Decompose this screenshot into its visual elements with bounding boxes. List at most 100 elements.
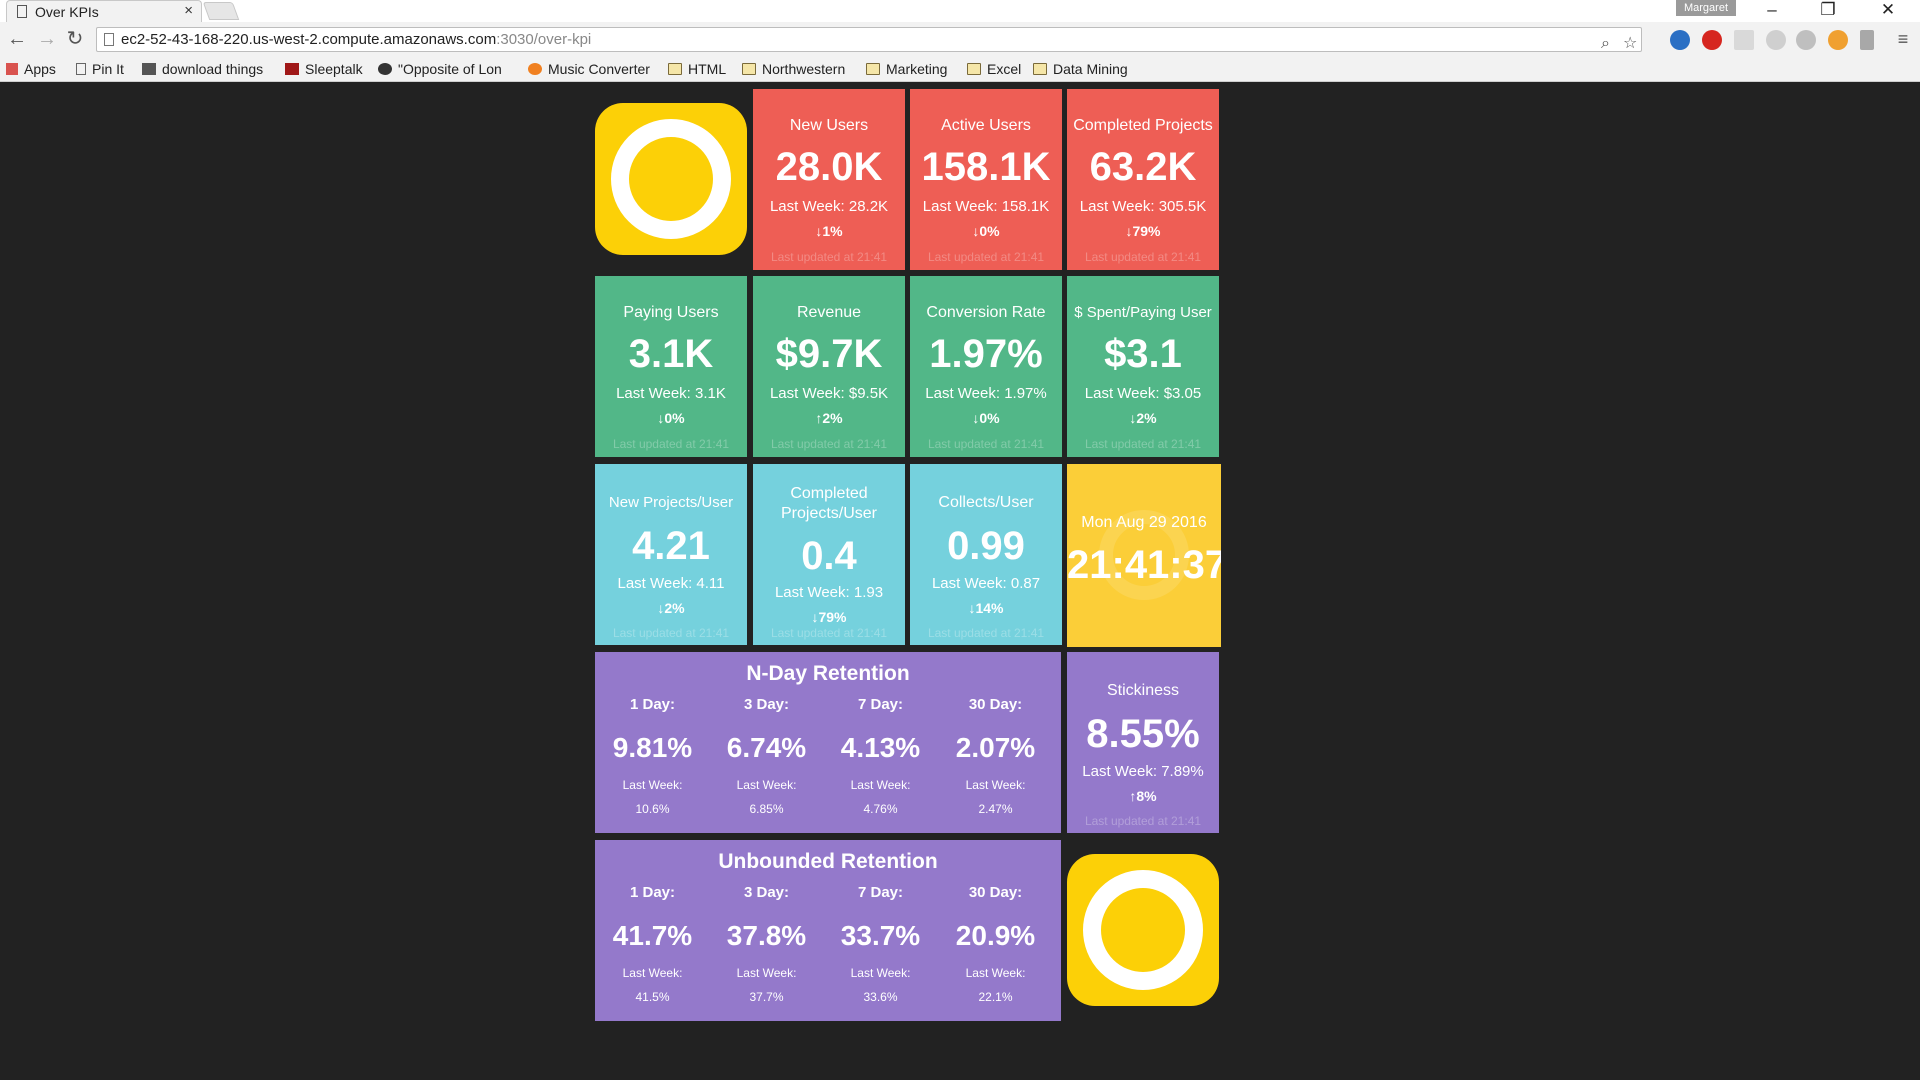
retention-day: 7 Day: [857,884,904,901]
retention-column: 1 Day: 9.81% Last Week: 10.6% [595,696,710,816]
music-icon [528,63,542,75]
kpi-change: ↑2% [815,410,843,426]
kpi-title: Collects/User [938,494,1034,511]
url-path: :3030/over-kpi [496,31,592,48]
kpi-change: ↓14% [968,600,1004,616]
bookmark-folder-data-mining[interactable]: Data Mining [1033,59,1128,79]
retention-column: 3 Day: 6.74% Last Week: 6.85% [709,696,824,816]
retention-value: 33.7% [840,920,921,951]
kpi-value: 4.21 [632,524,710,568]
bookmark-opposite[interactable]: "Opposite of Lon [378,59,516,79]
clock-date: Mon Aug 29 2016 [1081,514,1207,531]
bookmark-apps[interactable]: Apps [6,59,56,79]
forward-icon[interactable]: → [36,28,58,50]
brand-logo-icon [595,103,747,255]
kpi-value: 0.99 [947,524,1025,568]
unbounded-retention-tile: Unbounded Retention 1 Day: 41.7% Last We… [595,840,1061,1021]
kpi-change: ↓2% [1129,410,1157,426]
retention-value: 9.81% [612,732,693,763]
bookmark-sleeptalk[interactable]: Sleeptalk [285,59,363,79]
kpi-updated: Last updated at 21:41 [1084,437,1202,451]
extension-bar-icon[interactable] [1860,30,1874,50]
page-icon [17,5,27,18]
retention-last-week-value: 4.76% [863,802,898,816]
back-icon[interactable]: ← [6,28,28,50]
retention-value: 37.8% [726,920,807,951]
retention-last-week-value: 37.7% [749,990,784,1004]
clock-tile: Mon Aug 29 2016 21:41:37 [1067,464,1221,647]
retention-value: 4.13% [840,732,921,763]
pocket-icon[interactable] [1796,30,1816,50]
kpi-updated: Last updated at 21:41 [770,626,888,640]
minimize-icon[interactable]: – [1750,0,1794,22]
new-tab-button[interactable] [202,2,240,20]
kpi-change: ↑8% [1129,788,1157,804]
retention-day: 30 Day: [968,696,1023,713]
tab-title: Over KPIs [35,3,99,20]
retention-last-week-label: Last Week: [965,966,1026,980]
retention-day: 7 Day: [857,696,904,713]
kpi-tile-active-users: Active Users 158.1K Last Week: 158.1K ↓0… [910,89,1062,270]
kpi-title: New Projects/User [608,494,734,511]
brand-logo-icon [1067,854,1219,1006]
browser-toolbar: ← → ↻ ec2-52-43-168-220.us-west-2.comput… [0,24,1920,56]
kpi-updated: Last updated at 21:41 [770,437,888,451]
kpi-title: Completed Projects [1073,117,1213,134]
kpi-updated: Last updated at 21:41 [612,626,730,640]
bookmark-download-things[interactable]: download things [142,59,263,79]
kpi-title: Conversion Rate [926,304,1046,321]
kpi-value: 1.97% [929,332,1043,376]
kpi-value: 0.4 [801,534,857,578]
restore-icon[interactable]: ❐ [1806,0,1850,22]
car-icon [142,63,156,75]
bookmark-star-icon[interactable]: ☆ [1623,32,1637,55]
retention-column: 30 Day: 20.9% Last Week: 22.1% [938,884,1053,1004]
kpi-tile-spent-per-paying-user: $ Spent/Paying User $3.1 Last Week: $3.0… [1067,276,1219,457]
apps-grid-icon [6,63,18,75]
bookmark-folder-marketing[interactable]: Marketing [866,59,947,79]
page-icon [76,63,86,75]
address-bar[interactable]: ec2-52-43-168-220.us-west-2.compute.amaz… [96,27,1642,52]
bookmark-folder-northwestern[interactable]: Northwestern [742,59,845,79]
kpi-tile-stickiness: Stickiness 8.55% Last Week: 7.89% ↑8% La… [1067,652,1219,833]
zoom-icon[interactable]: ⌕ [1601,32,1610,55]
kpi-value: 28.0K [775,145,883,189]
reload-icon[interactable]: ↻ [64,28,86,50]
kpi-value: 63.2K [1089,145,1197,189]
kpi-value: $3.1 [1104,332,1182,376]
kpi-updated: Last updated at 21:41 [927,437,1045,451]
bookmarks-bar: Apps Pin It download things Sleeptalk "O… [0,57,1920,81]
adblock-icon[interactable] [1702,30,1722,50]
menu-icon[interactable]: ≡ [1892,28,1914,50]
extension-icon[interactable] [1670,30,1690,50]
kpi-updated: Last updated at 21:41 [927,626,1045,640]
nday-retention-tile: N-Day Retention 1 Day: 9.81% Last Week: … [595,652,1061,833]
tab-close-icon[interactable]: × [184,2,193,19]
rainbow-extension-icon[interactable] [1828,30,1848,50]
kpi-updated: Last updated at 21:41 [612,437,730,451]
profile-button[interactable]: Margaret [1676,0,1736,16]
extension-icon-2[interactable] [1766,30,1786,50]
retention-title: Unbounded Retention [718,850,938,873]
bookmark-pin-it[interactable]: Pin It [76,59,124,79]
kpi-last-week: Last Week: $3.05 [1084,385,1202,402]
retention-last-week-label: Last Week: [850,966,911,980]
retention-day: 30 Day: [968,884,1023,901]
retention-column: 30 Day: 2.07% Last Week: 2.47% [938,696,1053,816]
bookmark-folder-excel[interactable]: Excel [967,59,1021,79]
kpi-last-week: Last Week: $9.5K [769,385,889,402]
kpi-last-week: Last Week: 305.5K [1079,198,1207,215]
kpi-tile-new-projects-per-user: New Projects/User 4.21 Last Week: 4.11 ↓… [595,464,747,645]
bookmark-music-converter[interactable]: Music Converter [528,59,650,79]
retention-last-week-value: 10.6% [635,802,670,816]
bookmark-folder-html[interactable]: HTML [668,59,726,79]
kpi-last-week: Last Week: 4.11 [617,575,725,592]
kpi-updated: Last updated at 21:41 [1084,250,1202,264]
document-extension-icon[interactable] [1734,30,1754,50]
browser-tab[interactable]: Over KPIs × [6,0,202,22]
retention-value: 6.74% [726,732,807,763]
kpi-title: Completed Projects/User [780,485,878,522]
close-window-icon[interactable]: ✕ [1866,0,1910,22]
page-info-icon [104,33,114,46]
retention-last-week-value: 2.47% [978,802,1013,816]
